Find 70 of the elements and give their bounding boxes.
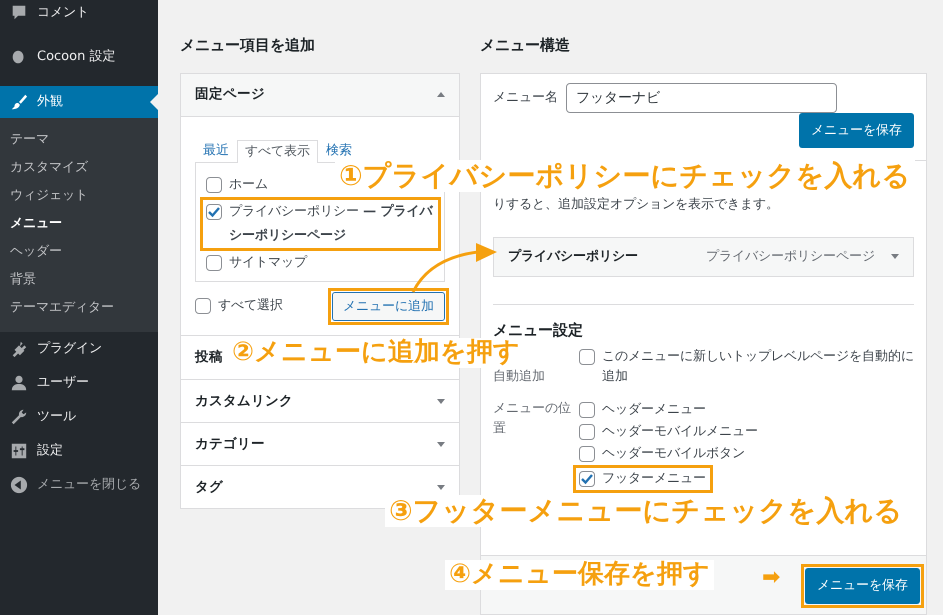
checkbox-label: フッターメニュー xyxy=(602,470,706,488)
user-icon xyxy=(10,374,28,392)
tab[interactable]: すべて表示 xyxy=(237,140,318,162)
sidebar-item[interactable]: コメント xyxy=(0,0,158,30)
toggle-icon[interactable] xyxy=(437,398,445,404)
sidebar-item[interactable]: ツール xyxy=(0,400,158,434)
checkbox-label: プライバシーポリシー — プライバシーポリシーページ xyxy=(229,202,434,244)
section-title[interactable]: カスタムリンク xyxy=(195,390,293,412)
submenu-item[interactable]: 背景 xyxy=(0,266,158,294)
submenu-item[interactable]: カスタマイズ xyxy=(0,154,158,182)
section-heading: メニュー構造 xyxy=(480,35,571,56)
wrench-icon xyxy=(10,408,28,426)
checkbox-label: すべて選択 xyxy=(218,297,283,316)
collapse-menu-button[interactable]: メニューを閉じる xyxy=(0,468,158,502)
save-menu-button[interactable]: メニューを保存 xyxy=(799,112,914,148)
menu-item-bar[interactable]: プライバシーポリシー プライバシーポリシーページ xyxy=(493,236,914,276)
section-title[interactable]: 投稿 xyxy=(195,347,223,368)
comment-icon xyxy=(10,4,28,22)
checkbox[interactable] xyxy=(579,424,595,440)
section-title[interactable]: カテゴリー xyxy=(195,434,265,454)
collapse-icon xyxy=(10,476,28,494)
settings-icon xyxy=(10,442,28,460)
tab[interactable]: 検索 xyxy=(318,138,360,162)
submenu-item[interactable]: テーマ xyxy=(0,126,158,154)
checkbox[interactable] xyxy=(579,349,595,365)
sidebar-item[interactable]: ユーザー xyxy=(0,366,158,400)
field-label: 自動追加 xyxy=(493,368,546,386)
checkbox[interactable] xyxy=(206,204,222,220)
submenu-item[interactable]: メニュー xyxy=(0,210,158,238)
section-heading: メニュー項目を追加 xyxy=(180,35,316,56)
toggle-icon[interactable] xyxy=(437,484,445,490)
toggle-icon[interactable] xyxy=(437,442,445,446)
submenu-item[interactable]: ヘッダー xyxy=(0,238,158,266)
checkbox-label: ヘッダーモバイルメニュー xyxy=(602,423,758,441)
checkbox-label: このメニューに新しいトップレベルページを自動的に追加 xyxy=(602,348,914,386)
checkbox[interactable] xyxy=(195,298,211,314)
checkbox[interactable] xyxy=(579,446,595,462)
hint-text: りすると、追加設定オプションを表示できます。 xyxy=(493,196,780,214)
sidebar-item[interactable]: 設定 xyxy=(0,434,158,468)
sidebar-item[interactable]: 外観 xyxy=(0,86,158,118)
checkbox-label: ヘッダーメニュー xyxy=(602,401,706,419)
checkbox[interactable] xyxy=(206,176,222,192)
checkbox[interactable] xyxy=(206,254,222,270)
checkbox-label: ホーム xyxy=(229,176,268,194)
sidebar-item[interactable]: プラグイン xyxy=(0,332,158,366)
submenu-item[interactable]: テーマエディター xyxy=(0,294,158,322)
menu-item-title: プライバシーポリシー xyxy=(508,248,638,266)
toggle-icon[interactable] xyxy=(891,254,899,259)
checkbox[interactable] xyxy=(579,402,595,418)
annotation-text: ④メニュー保存を押す xyxy=(445,560,714,590)
arrow-icon: ➡ xyxy=(762,565,780,590)
annotation-text: ①プライバシーポリシーにチェックを入れる xyxy=(335,160,915,192)
plug-icon xyxy=(10,340,28,358)
field-label: メニュー名 xyxy=(493,88,558,107)
section-title[interactable]: タグ xyxy=(195,476,223,498)
submenu-item[interactable]: ウィジェット xyxy=(0,182,158,210)
tab[interactable]: 最近 xyxy=(195,138,237,162)
menu-name-field[interactable]: フッターナビ xyxy=(566,82,837,112)
checkbox[interactable] xyxy=(579,471,595,487)
brush-icon xyxy=(10,93,28,111)
add-to-menu-button[interactable]: メニューに追加 xyxy=(332,292,445,321)
menu-item-type: プライバシーポリシーページ xyxy=(706,248,875,266)
save-menu-button[interactable]: メニューを保存 xyxy=(805,568,920,604)
checkbox-label: サイトマップ xyxy=(229,254,307,272)
sidebar-item[interactable]: Cocoon 設定 xyxy=(0,40,158,74)
checkbox-label: ヘッダーモバイルボタン xyxy=(602,445,745,463)
toggle-icon[interactable] xyxy=(437,92,445,97)
section-title[interactable]: 固定ページ xyxy=(195,84,265,105)
field-label: メニューの位置 xyxy=(493,400,572,438)
settings-heading: メニュー設定 xyxy=(493,320,584,338)
